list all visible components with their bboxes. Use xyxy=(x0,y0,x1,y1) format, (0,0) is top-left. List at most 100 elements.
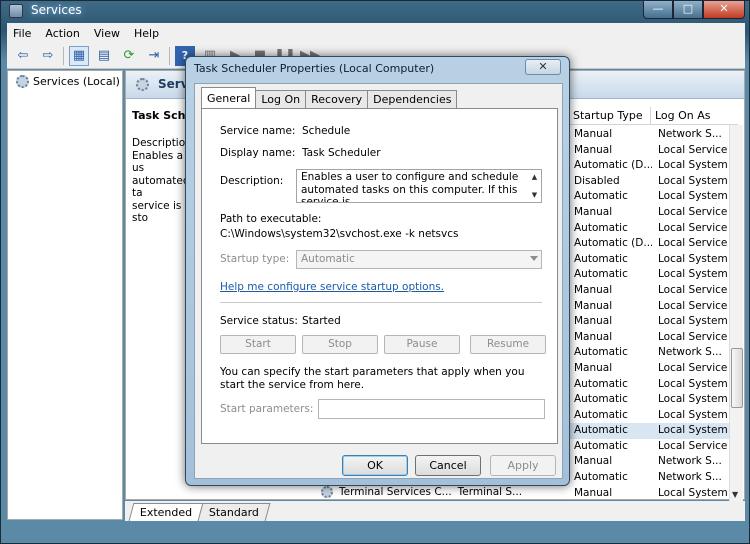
scroll-down-arrow[interactable]: ▼ xyxy=(732,490,738,499)
table-row[interactable]: Automatic Local System xyxy=(568,423,740,439)
minimize-button[interactable]: — xyxy=(643,1,673,19)
table-row[interactable]: Automatic (D... Local Service xyxy=(568,236,740,252)
tab-dependencies[interactable]: Dependencies xyxy=(367,90,458,108)
toolbar-separator xyxy=(63,46,64,65)
tab-recovery[interactable]: Recovery xyxy=(305,90,369,108)
title-bar[interactable]: Services — □ ✕ xyxy=(1,1,750,21)
console-tree: Services (Local) xyxy=(7,70,123,520)
table-row[interactable]: Manual Local System xyxy=(568,486,740,499)
refresh-icon[interactable]: ⟳ xyxy=(119,46,139,66)
table-row[interactable]: Manual Local Service xyxy=(568,205,740,221)
table-row[interactable]: Manual Local Service xyxy=(568,330,740,346)
ok-button[interactable]: OK xyxy=(342,455,408,476)
properties-icon[interactable]: ▤ xyxy=(94,46,114,66)
log-on-as-cell: Local System xyxy=(658,393,728,406)
table-row[interactable]: Automatic Local Service xyxy=(568,439,740,455)
view-tabs: Extended Standard xyxy=(125,501,745,521)
vertical-scrollbar[interactable]: ▼ xyxy=(729,125,743,501)
display-name-value: Task Scheduler xyxy=(302,147,381,159)
table-row[interactable]: Manual Local Service xyxy=(568,361,740,377)
startup-type-cell: Manual xyxy=(574,486,613,499)
menu-file[interactable]: File xyxy=(13,27,31,40)
pause-button[interactable]: Pause xyxy=(384,335,460,354)
stop-button[interactable]: Stop xyxy=(302,335,378,354)
table-row[interactable]: Automatic (D... Local System xyxy=(568,158,740,174)
export-icon[interactable]: ⇥ xyxy=(144,46,164,66)
startup-type-cell: Automatic xyxy=(574,377,628,390)
table-row[interactable]: Manual Local Service xyxy=(568,143,740,159)
dialog-close-button[interactable]: ✕ xyxy=(525,59,561,75)
table-row[interactable]: Automatic Local System xyxy=(568,267,740,283)
properties-dialog: Task Scheduler Properties (Local Compute… xyxy=(185,56,570,486)
table-row[interactable]: Manual Network S... xyxy=(568,127,740,143)
resume-button[interactable]: Resume xyxy=(470,335,546,354)
tree-item-services-local[interactable]: Services (Local) xyxy=(16,75,120,88)
dialog-title[interactable]: Task Scheduler Properties (Local Compute… xyxy=(194,62,434,75)
startup-type-cell: Automatic xyxy=(574,408,628,421)
log-on-as-cell: Local System xyxy=(658,315,728,328)
cancel-button[interactable]: Cancel xyxy=(415,455,481,476)
back-arrow-icon[interactable]: ⇦ xyxy=(13,46,33,66)
start-params-input[interactable] xyxy=(318,399,545,419)
startup-type-cell: Automatic xyxy=(574,221,628,234)
startup-type-cell: Manual xyxy=(574,330,613,343)
general-tab-panel: Service name: Schedule Display name: Tas… xyxy=(201,108,558,444)
table-row[interactable]: Automatic Local System xyxy=(568,392,740,408)
scroll-up-arrow-icon[interactable]: ▲ xyxy=(529,171,540,184)
menu-help[interactable]: Help xyxy=(134,27,159,40)
apply-button[interactable]: Apply xyxy=(490,455,556,476)
table-row[interactable]: Automatic Network S... xyxy=(568,470,740,486)
menu-action[interactable]: Action xyxy=(45,27,79,40)
startup-type-cell: Manual xyxy=(574,205,613,218)
table-row[interactable]: Automatic Local System xyxy=(568,408,740,424)
startup-type-cell: Automatic xyxy=(574,190,628,203)
startup-type-cell: Automatic xyxy=(574,346,628,359)
table-row[interactable]: Automatic Local System xyxy=(568,189,740,205)
log-on-as-cell: Local System xyxy=(658,424,728,437)
tab-standard[interactable]: Standard xyxy=(197,503,271,521)
table-row[interactable]: Manual Local Service xyxy=(568,299,740,315)
maximize-button[interactable]: □ xyxy=(673,1,703,19)
log-on-as-cell: Network S... xyxy=(658,455,722,468)
description-scrollbar[interactable]: ▲ ▼ xyxy=(529,171,540,201)
description-textbox[interactable]: Enables a user to configure and schedule… xyxy=(296,169,542,203)
menu-view[interactable]: View xyxy=(94,27,120,40)
startup-type-cell: Automatic (D... xyxy=(574,159,652,172)
table-row[interactable]: Manual Network S... xyxy=(568,454,740,470)
table-row[interactable]: Manual Local Service xyxy=(568,283,740,299)
log-on-as-cell: Local Service xyxy=(658,330,728,343)
column-header-log-on-as[interactable]: Log On As xyxy=(650,107,738,124)
table-row[interactable]: Disabled Local System xyxy=(568,174,740,190)
table-row[interactable]: Automatic Local Service xyxy=(568,221,740,237)
log-on-as-cell: Local Service xyxy=(658,299,728,312)
log-on-as-cell: Local Service xyxy=(658,221,728,234)
scroll-down-arrow-icon[interactable]: ▼ xyxy=(529,189,540,202)
table-row[interactable]: Automatic Local System xyxy=(568,377,740,393)
close-button[interactable]: ✕ xyxy=(703,1,745,19)
tab-log-on[interactable]: Log On xyxy=(255,90,307,108)
menu-bar: File Action View Help xyxy=(7,23,745,43)
scrollbar-thumb[interactable] xyxy=(731,348,743,408)
column-header-startup-type[interactable]: Startup Type xyxy=(568,107,650,124)
path-label: Path to executable: xyxy=(220,213,322,225)
table-row[interactable]: Automatic Local System xyxy=(568,252,740,268)
table-row[interactable]: Manual Local System xyxy=(568,314,740,330)
log-on-as-cell: Local Service xyxy=(658,237,728,250)
forward-arrow-icon[interactable]: ⇨ xyxy=(38,46,58,66)
log-on-as-cell: Local System xyxy=(658,252,728,265)
startup-type-select[interactable]: Automatic xyxy=(296,250,542,269)
startup-type-cell: Manual xyxy=(574,361,613,374)
start-button[interactable]: Start xyxy=(220,335,296,354)
tab-general[interactable]: General xyxy=(201,87,257,108)
table-row[interactable]: Automatic Network S... xyxy=(568,345,740,361)
console-tree-icon[interactable]: ▦ xyxy=(69,45,89,66)
log-on-as-cell: Local Service xyxy=(658,143,728,156)
services-app-icon xyxy=(9,4,23,18)
tab-extended[interactable]: Extended xyxy=(128,503,204,521)
startup-type-value: Automatic xyxy=(301,253,355,265)
startup-type-cell: Automatic xyxy=(574,252,628,265)
table-row[interactable]: Terminal Services C... Terminal S... xyxy=(321,486,522,498)
startup-type-cell: Automatic xyxy=(574,471,628,484)
help-configure-link[interactable]: Help me configure service startup option… xyxy=(220,281,444,293)
log-on-as-cell: Network S... xyxy=(658,471,722,484)
